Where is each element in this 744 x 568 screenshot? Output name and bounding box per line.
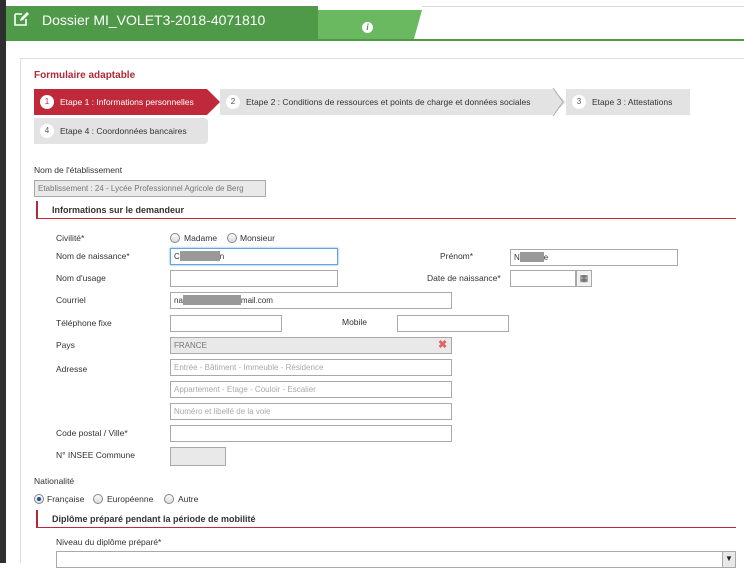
- date-naissance-label: Date de naissance*: [427, 273, 501, 283]
- civilite-label: Civilité*: [56, 233, 85, 243]
- info-icon[interactable]: i: [362, 22, 373, 33]
- niveau-diplome-label: Niveau du diplôme préparé*: [56, 537, 162, 547]
- francaise-label[interactable]: Française: [47, 494, 84, 504]
- step-2[interactable]: 2 Etape 2 : Conditions de ressources et …: [220, 89, 566, 115]
- step-1[interactable]: 1 Etape 1 : Informations personnelles: [34, 89, 220, 115]
- courriel-value-end: mail.com: [240, 296, 273, 305]
- monsieur-label[interactable]: Monsieur: [240, 233, 275, 243]
- mobile-input[interactable]: [397, 315, 509, 332]
- step-label: Etape 2 : Conditions de ressources et po…: [246, 97, 531, 107]
- telephone-fixe-label: Téléphone fixe: [56, 318, 112, 328]
- radio-monsieur[interactable]: [227, 233, 237, 243]
- step-label: Etape 3 : Attestations: [592, 97, 673, 107]
- redacted-mask: [179, 251, 220, 261]
- edit-icon: [13, 11, 29, 27]
- window-frame-left: [0, 0, 6, 563]
- etablissement-label: Nom de l'établissement: [34, 165, 123, 175]
- chevron-down-icon[interactable]: ▼: [722, 552, 735, 567]
- code-postal-ville-label: Code postal / Ville*: [56, 428, 128, 438]
- window-titlebar: Dossier MI_VOLET3-2018-4071810 i: [0, 0, 744, 563]
- adresse-line2-input[interactable]: Appartement - Etage - Couloir - Escalier: [170, 381, 452, 398]
- demandeur-section-heading: Informations sur le demandeur: [36, 201, 736, 219]
- title-underline: [6, 39, 744, 41]
- prenom-value-end: e: [543, 253, 549, 262]
- adresse-line1-input[interactable]: Entrée - Bâtiment - Immeuble - Résidence: [170, 359, 452, 376]
- section-divider: [36, 527, 736, 528]
- adresse-label: Adresse: [56, 364, 88, 374]
- step-4[interactable]: 4 Etape 4 : Coordonnées bancaires: [34, 118, 208, 144]
- clear-icon[interactable]: ✖: [438, 340, 447, 351]
- nationalite-label: Nationalité: [34, 476, 75, 486]
- step-label: Etape 1 : Informations personnelles: [60, 97, 194, 107]
- step-number: 1: [40, 95, 54, 109]
- nom-naissance-input[interactable]: Cn: [170, 248, 338, 265]
- madame-label[interactable]: Madame: [184, 233, 217, 243]
- mobile-label: Mobile: [342, 317, 368, 327]
- redacted-mask: [519, 252, 544, 262]
- pays-field: FRANCE: [170, 337, 452, 354]
- prenom-label: Prénom*: [440, 251, 474, 261]
- radio-autre[interactable]: [164, 494, 174, 504]
- nom-naissance-value-end: n: [219, 252, 225, 261]
- etablissement-field: Etablissement : 24 - Lycée Professionnel…: [34, 180, 266, 197]
- niveau-diplome-select[interactable]: [56, 551, 736, 568]
- insee-label: N° INSEE Commune: [56, 450, 135, 460]
- step-number: 4: [40, 124, 54, 138]
- date-naissance-input[interactable]: [510, 270, 576, 287]
- autre-label[interactable]: Autre: [178, 494, 198, 504]
- redacted-mask: [182, 295, 241, 305]
- europeenne-label[interactable]: Européenne: [107, 494, 153, 504]
- courriel-value-start: na: [174, 296, 183, 305]
- step-label: Etape 4 : Coordonnées bancaires: [60, 126, 187, 136]
- insee-field: [170, 447, 226, 466]
- form-title: Formulaire adaptable: [34, 70, 136, 81]
- radio-madame[interactable]: [170, 233, 180, 243]
- diplome-section-heading: Diplôme préparé pendant la période de mo…: [36, 510, 736, 528]
- chevron-right-icon: [552, 87, 564, 117]
- radio-europeenne[interactable]: [93, 494, 103, 504]
- calendar-icon[interactable]: ▦: [576, 270, 592, 287]
- prenom-input[interactable]: Ne: [510, 249, 678, 266]
- section-divider: [36, 218, 736, 219]
- courriel-label: Courriel: [56, 295, 86, 305]
- nom-usage-input[interactable]: [170, 270, 338, 287]
- telephone-fixe-input[interactable]: [170, 315, 282, 332]
- adresse-line3-input[interactable]: Numéro et libellé de la voie: [170, 403, 452, 420]
- nom-naissance-label: Nom de naissance*: [56, 251, 130, 261]
- step-3[interactable]: 3 Etape 3 : Attestations: [566, 89, 690, 115]
- nom-usage-label: Nom d'usage: [56, 273, 106, 283]
- step-number: 2: [226, 95, 240, 109]
- courriel-input[interactable]: na mail.com: [170, 292, 452, 309]
- pays-label: Pays: [56, 340, 75, 350]
- code-postal-ville-input[interactable]: [170, 425, 452, 442]
- step-number: 3: [572, 95, 586, 109]
- title-topline: [422, 6, 744, 7]
- dossier-title: Dossier MI_VOLET3-2018-4071810: [42, 12, 266, 28]
- radio-francaise[interactable]: [34, 494, 44, 504]
